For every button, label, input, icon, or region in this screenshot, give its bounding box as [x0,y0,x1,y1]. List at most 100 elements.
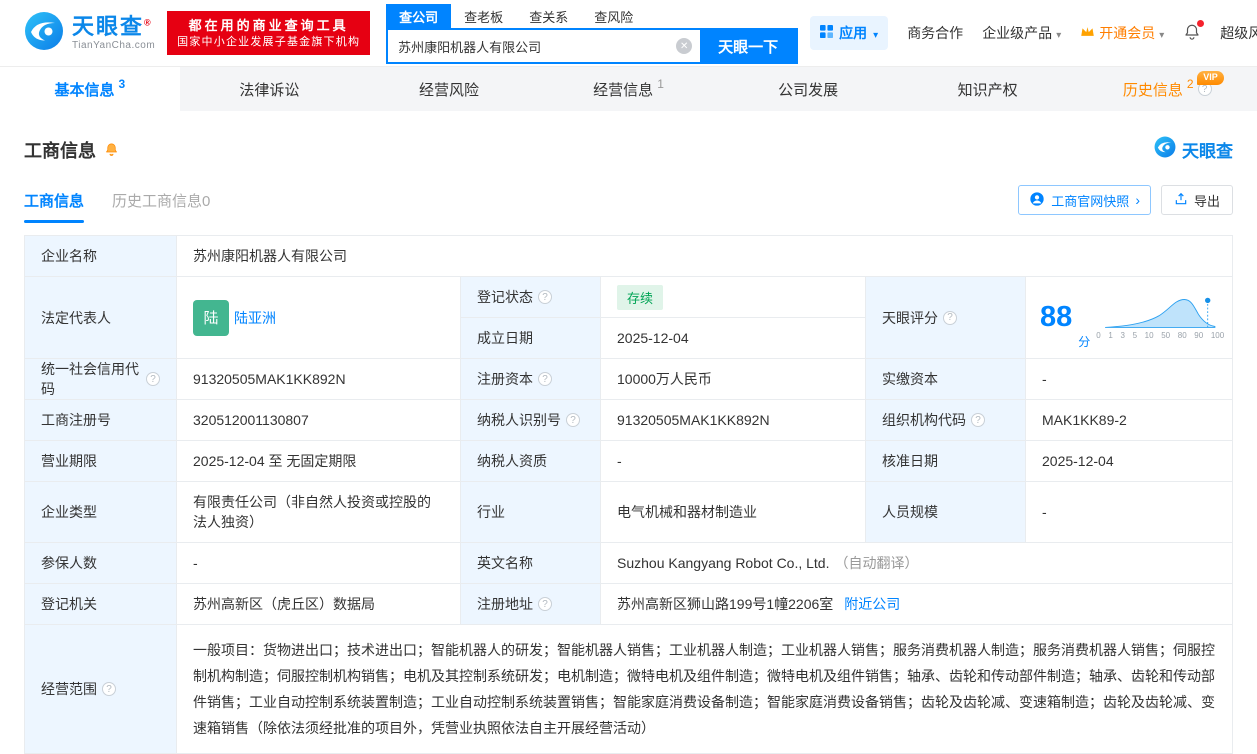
apps-label: 应用 [839,23,867,43]
search-tab-company[interactable]: 查公司 [386,4,451,28]
legal-rep-avatar[interactable]: 陆 [193,300,229,336]
apps-menu-button[interactable]: 应用 [810,16,888,50]
staff-size-value: - [1026,482,1234,542]
watermark-logo: 天眼查 [1154,136,1233,163]
tab-intellectual-property[interactable]: 知识产权 [898,67,1078,111]
table-row: 企业类型 有限责任公司（非自然人投资或控股的法人独资） 行业 电气机械和器材制造… [25,482,1232,543]
business-term-value: 2025-12-04 至 无固定期限 [177,441,461,481]
taxpayer-quality-label: 纳税人资质 [461,441,601,481]
search-input[interactable] [388,39,676,54]
help-icon[interactable] [943,311,957,325]
help-icon[interactable] [538,372,552,386]
english-name-label: 英文名称 [461,543,601,583]
score-axis: 013510508090100 [1096,332,1224,340]
open-vip-link[interactable]: 开通会员 [1080,23,1164,43]
nearby-companies-link[interactable]: 附近公司 [844,594,900,614]
search-tab-relation[interactable]: 查关系 [516,4,581,28]
subtab-history-business-info[interactable]: 历史工商信息0 [112,190,210,223]
table-row: 统一社会信用代码 91320505MAK1KK892N 注册资本 10000万人… [25,359,1232,400]
table-row: 登记机关 苏州高新区（虎丘区）数据局 注册地址 苏州高新区狮山路199号1幢22… [25,584,1232,625]
company-name-label: 企业名称 [25,236,177,276]
insured-label: 参保人数 [25,543,177,583]
business-term-label: 营业期限 [25,441,177,481]
table-row: 经营范围 一般项目：货物进出口；技术进出口；智能机器人的研发；智能机器人销售；工… [25,625,1232,753]
super-risk-link[interactable]: 超级风... [1220,23,1257,43]
tab-count: 3 [118,77,125,91]
establish-date-value: 2025-12-04 [601,318,866,358]
industry-value: 电气机械和器材制造业 [601,482,866,542]
search-button[interactable]: 天眼一下 [700,28,796,64]
search-tab-boss[interactable]: 查老板 [451,4,516,28]
crown-icon [1080,25,1095,41]
search-tabs: 查公司 查老板 查关系 查风险 [386,4,798,28]
help-icon[interactable] [971,413,985,427]
company-name-value: 苏州康阳机器人有限公司 [177,236,1232,276]
search-tab-risk[interactable]: 查风险 [581,4,646,28]
tab-operating-risk[interactable]: 经营风险 [359,67,539,111]
tab-basic-info[interactable]: 基本信息 3 [0,67,180,111]
legal-rep-link[interactable]: 陆亚洲 [234,308,276,328]
credit-code-label: 统一社会信用代码 [25,359,177,399]
subscribe-bell-icon[interactable] [104,142,119,157]
export-button[interactable]: 导出 [1161,185,1233,215]
tab-legal-proceedings[interactable]: 法律诉讼 [180,67,360,111]
slogan-line2: 国家中小企业发展子基金旗下机构 [177,35,360,50]
insured-value: - [177,543,461,583]
score-unit: 分 [1078,333,1090,350]
reg-number-value: 320512001130807 [177,400,461,440]
official-snapshot-button[interactable]: 工商官网快照 [1018,185,1151,215]
enterprise-products-link[interactable]: 企业级产品 [982,23,1061,43]
business-info-table: 企业名称 苏州康阳机器人有限公司 法定代表人 陆 陆亚洲 登记状态 存续 成立日… [24,235,1233,754]
clear-search-icon[interactable] [676,38,692,54]
address-value: 苏州高新区狮山路199号1幢2206室 附近公司 [601,584,1232,624]
top-header: 天眼查® TianYanCha.com 都在用的商业查询工具 国家中小企业发展子… [0,0,1257,66]
taxpayer-quality-value: - [601,441,866,481]
notification-bell-icon[interactable] [1183,23,1201,44]
reg-capital-value: 10000万人民币 [601,359,866,399]
reg-authority-label: 登记机关 [25,584,177,624]
tianyancha-logo[interactable]: 天眼查® TianYanCha.com [24,11,155,56]
chevron-down-icon [873,25,878,41]
tab-company-development[interactable]: 公司发展 [718,67,898,111]
logo-text-en: TianYanCha.com [72,40,155,51]
paid-capital-label: 实缴资本 [866,359,1026,399]
vip-badge: VIP [1197,71,1224,85]
person-circle-icon [1029,191,1045,210]
taxpayer-id-value: 91320505MAK1KK892N [601,400,866,440]
main-content: 工商信息 天眼查 工商信息 历史工商信息0 [0,136,1257,754]
approval-date-value: 2025-12-04 [1026,441,1234,481]
score-cell: 88 分 013510508090100 [1026,277,1234,358]
reg-capital-label: 注册资本 [461,359,601,399]
help-icon[interactable] [102,682,116,696]
english-name-value: Suzhou Kangyang Robot Co., Ltd. （自动翻译） [601,543,1232,583]
logo-text-cn: 天眼查® [72,14,153,39]
table-row: 法定代表人 陆 陆亚洲 登记状态 存续 成立日期 2025-12-04 天眼评分… [25,277,1232,359]
notification-dot [1197,20,1204,27]
table-row: 营业期限 2025-12-04 至 无固定期限 纳税人资质 - 核准日期 202… [25,441,1232,482]
auto-translate-note: （自动翻译） [834,553,918,573]
help-icon[interactable] [146,372,160,386]
slogan-line1: 都在用的商业查询工具 [177,16,360,36]
business-scope-value: 一般项目：货物进出口；技术进出口；智能机器人的研发；智能机器人销售；工业机器人制… [177,625,1232,753]
subtabs-row: 工商信息 历史工商信息0 工商官网快照 导出 [24,185,1233,223]
paid-capital-value: - [1026,359,1234,399]
table-row: 企业名称 苏州康阳机器人有限公司 [25,236,1232,277]
company-section-tabs: 基本信息 3 法律诉讼 经营风险 经营信息 1 公司发展 知识产权 VIP 历史… [0,66,1257,111]
help-icon[interactable] [538,597,552,611]
tab-history-info[interactable]: VIP 历史信息 2 [1077,67,1257,111]
score-label: 天眼评分 [866,277,1026,358]
staff-size-label: 人员规模 [866,482,1026,542]
help-icon[interactable] [538,290,552,304]
chevron-down-icon [1056,25,1061,41]
registered-mark: ® [144,18,153,28]
business-cooperation-link[interactable]: 商务合作 [907,23,963,43]
reg-status-label: 登记状态 [461,277,601,317]
tab-operating-info[interactable]: 经营信息 1 [539,67,719,111]
help-icon[interactable] [566,413,580,427]
brand-slogan: 都在用的商业查询工具 国家中小企业发展子基金旗下机构 [167,11,370,56]
reg-number-label: 工商注册号 [25,400,177,440]
section-title: 工商信息 [24,137,96,163]
industry-label: 行业 [461,482,601,542]
subtab-business-info[interactable]: 工商信息 [24,190,84,223]
table-row: 参保人数 - 英文名称 Suzhou Kangyang Robot Co., L… [25,543,1232,584]
